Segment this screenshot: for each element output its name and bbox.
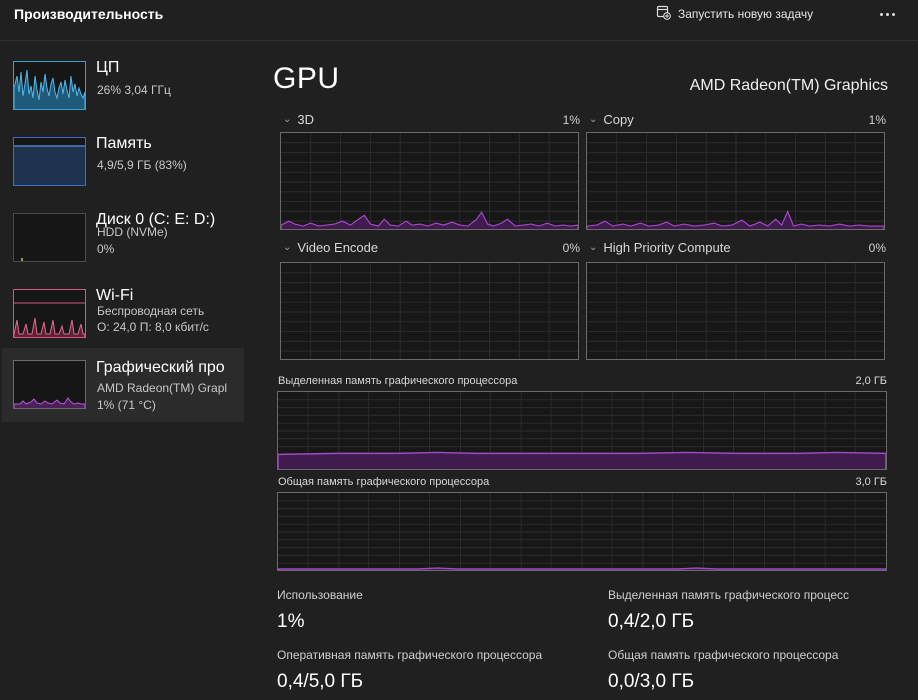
sidebar-item-label: ЦП [96, 59, 120, 76]
graph-video-encode [280, 262, 579, 360]
stat-shared-memory-label: Общая память графического процессора [608, 648, 839, 662]
graph-dedicated-memory [277, 391, 887, 470]
stat-dedicated-memory-label: Выделенная память графического процесс [608, 588, 850, 602]
graph-copy [586, 132, 885, 230]
sidebar-item-disk[interactable]: Диск 0 (C: E: D:) HDD (NVMe) 0% [2, 194, 244, 268]
graph-high-priority-compute [586, 262, 885, 360]
run-task-label: Запустить новую задачу [678, 7, 814, 21]
engine-label: High Priority Compute [603, 240, 731, 255]
memory-thumbnail-graph [13, 137, 86, 186]
engine-percent: 1% [562, 113, 580, 127]
sidebar-item-detail: 0% [97, 242, 115, 256]
sidebar-item-detail: О: 24,0 П: 8,0 кбит/с [97, 320, 209, 334]
engine-selector-video-encode[interactable]: ⌄ Video Encode [283, 240, 378, 255]
engine-label: Video Encode [297, 240, 379, 255]
sidebar-item-label: Wi-Fi [96, 287, 134, 304]
page-heading: GPU [273, 62, 340, 95]
engine-percent: 0% [562, 241, 580, 255]
disk-thumbnail-graph [13, 213, 86, 262]
sidebar-item-detail: HDD (NVMe) [97, 225, 168, 239]
sidebar-item-detail: 1% (71 °C) [97, 398, 156, 412]
stat-gpu-memory-value: 0,4/5,0 ГБ [277, 671, 364, 692]
engine-label: 3D [297, 112, 315, 127]
engine-percent: 1% [868, 113, 886, 127]
dedicated-memory-graph-label: Выделенная память графического процессор… [278, 375, 518, 387]
engine-selector-copy[interactable]: ⌄ Copy [589, 112, 634, 127]
wifi-thumbnail-graph [13, 289, 86, 338]
sidebar-item-detail: 26% 3,04 ГГц [97, 83, 171, 97]
shared-memory-graph-label: Общая память графического процессора [278, 476, 490, 488]
engine-selector-high-priority-compute[interactable]: ⌄ High Priority Compute [589, 240, 731, 255]
sidebar-item-detail: 4,9/5,9 ГБ (83%) [97, 158, 187, 172]
sidebar-item-label: Память [96, 135, 152, 152]
sidebar-item-wifi[interactable]: Wi-Fi Беспроводная сеть О: 24,0 П: 8,0 к… [2, 270, 244, 344]
engine-selector-3d[interactable]: ⌄ 3D [283, 112, 314, 127]
cpu-thumbnail-graph [13, 61, 86, 110]
stat-utilization-value: 1% [277, 611, 305, 632]
more-options-icon[interactable] [874, 4, 900, 24]
chevron-down-icon: ⌄ [589, 242, 598, 253]
chevron-down-icon: ⌄ [283, 242, 292, 253]
dedicated-memory-graph-max: 2,0 ГБ [855, 375, 887, 387]
run-task-icon [656, 5, 671, 23]
graph-3d [280, 132, 579, 230]
top-bar: Производительность Запустить новую задач… [0, 0, 918, 30]
sidebar-item-label: Графический про [96, 359, 225, 376]
sidebar-item-detail: AMD Radeon(TM) Grapl [97, 381, 228, 395]
sidebar-item-memory[interactable]: Память 4,9/5,9 ГБ (83%) [2, 118, 244, 192]
page-title: Производительность [14, 6, 164, 22]
stat-dedicated-memory-value: 0,4/2,0 ГБ [608, 611, 695, 632]
stat-gpu-memory-label: Оперативная память графического процессо… [277, 648, 543, 662]
engine-percent: 0% [868, 241, 886, 255]
sidebar-item-detail: Беспроводная сеть [97, 304, 205, 318]
shared-memory-graph-max: 3,0 ГБ [855, 476, 887, 488]
run-new-task-button[interactable]: Запустить новую задачу [656, 3, 813, 25]
chevron-down-icon: ⌄ [283, 114, 292, 125]
gpu-model-name: AMD Radeon(TM) Graphics [689, 77, 888, 94]
gpu-thumbnail-graph [13, 360, 86, 409]
sidebar-item-cpu[interactable]: ЦП 26% 3,04 ГГц [2, 42, 244, 116]
chevron-down-icon: ⌄ [589, 114, 598, 125]
graph-shared-memory [277, 492, 887, 571]
sidebar-item-gpu[interactable]: Графический про AMD Radeon(TM) Grapl 1% … [2, 348, 244, 422]
stat-utilization-label: Использование [277, 588, 363, 602]
engine-label: Copy [603, 112, 634, 127]
sidebar: ЦП 26% 3,04 ГГц Память 4,9/5,9 ГБ (83%) … [0, 42, 246, 700]
header-divider [0, 40, 918, 41]
stat-shared-memory-value: 0,0/3,0 ГБ [608, 671, 695, 692]
